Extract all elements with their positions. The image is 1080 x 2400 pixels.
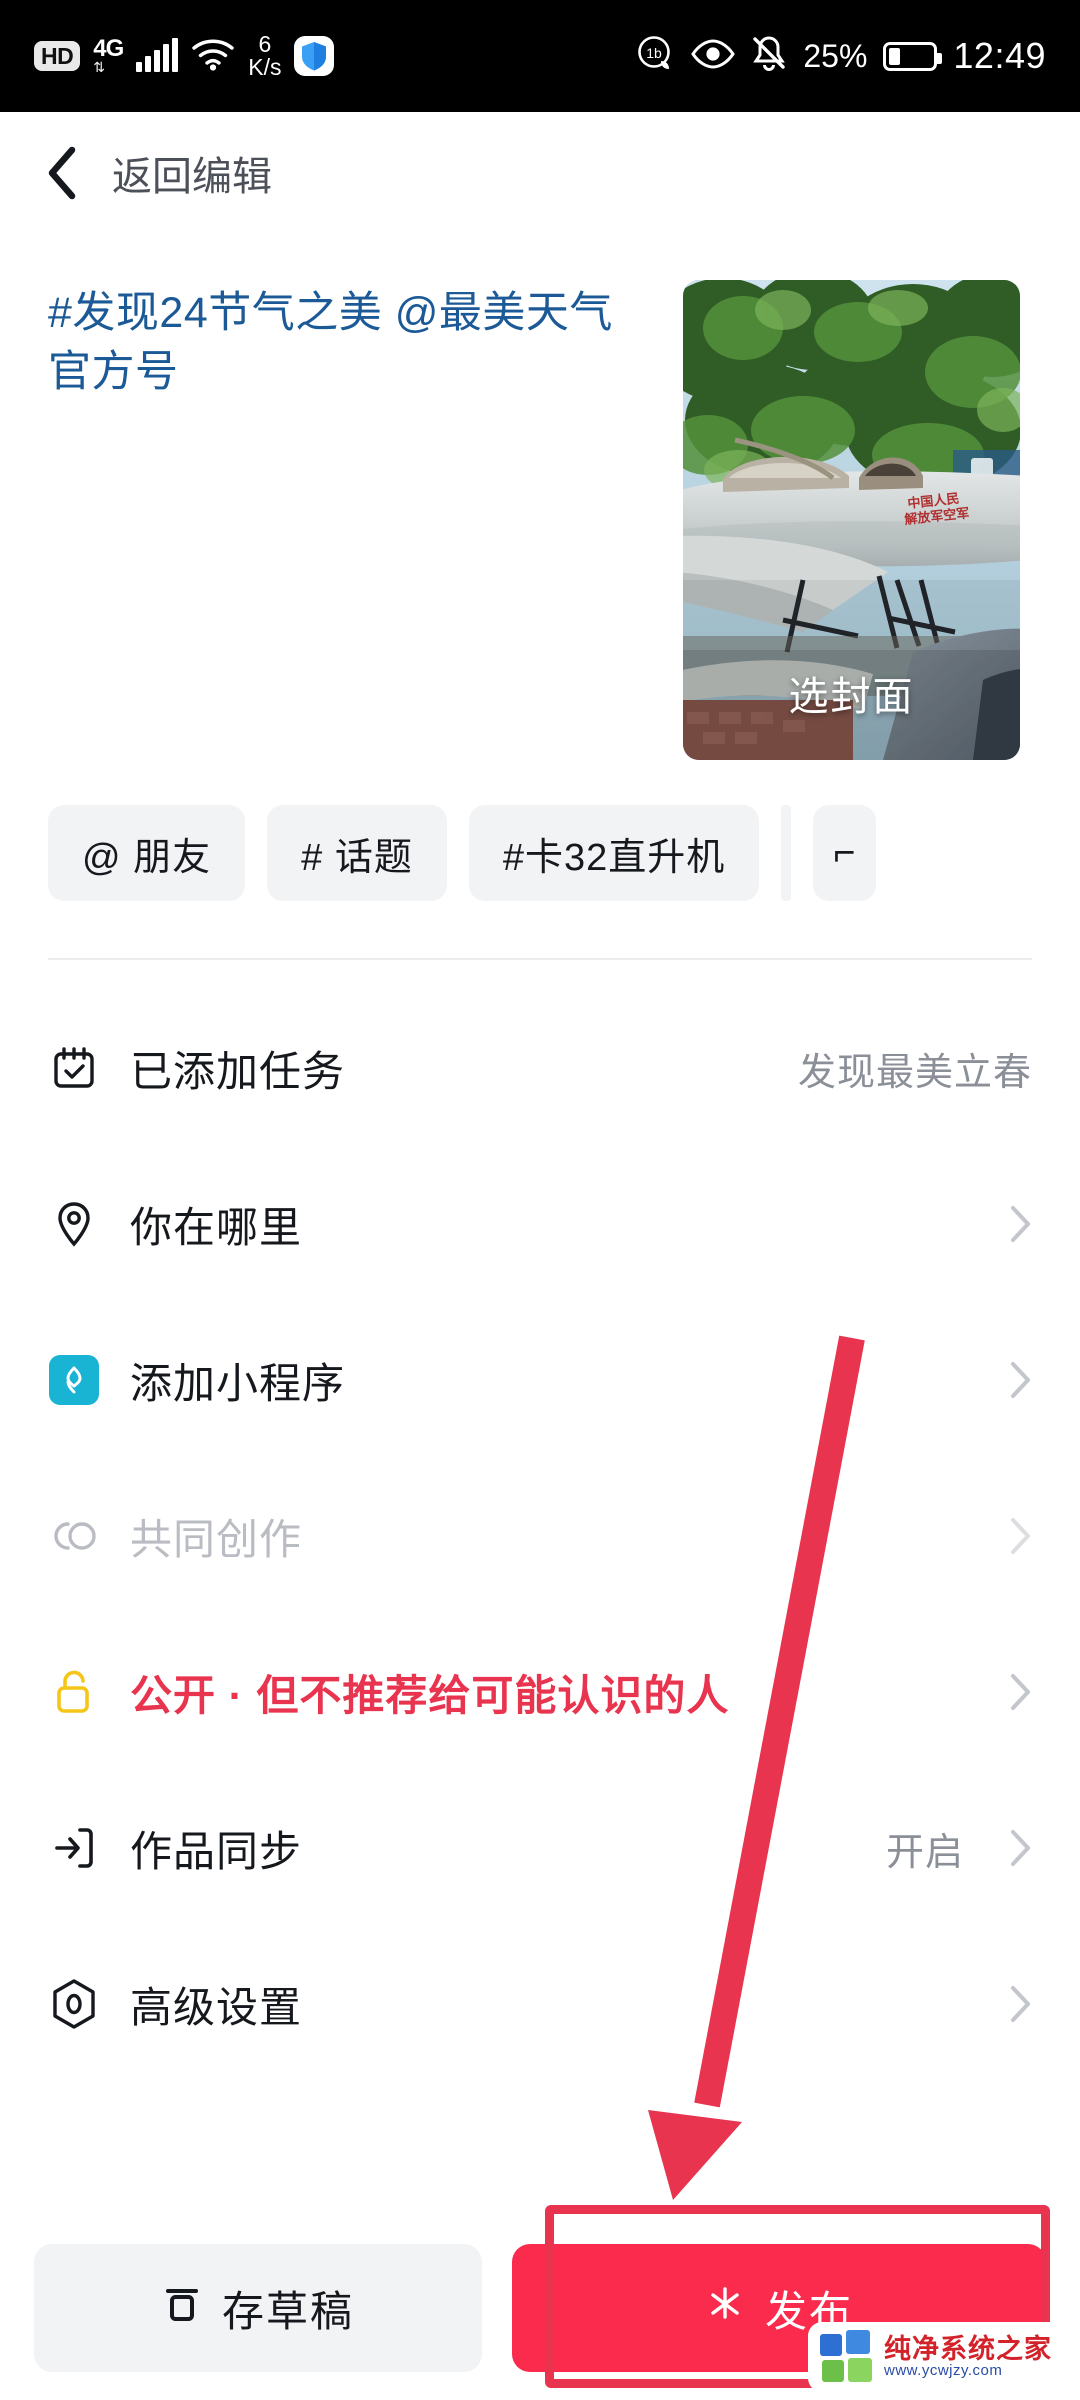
calendar-check-icon <box>48 1042 100 1094</box>
row-advanced-label: 高级设置 <box>130 1983 303 2031</box>
network-type-indicator: 4G ⇅ <box>93 34 124 75</box>
row-privacy[interactable]: 公开 · 但不推荐给可能认识的人 <box>0 1614 1080 1770</box>
row-sync[interactable]: 作品同步 开启 <box>0 1770 1080 1926</box>
clock: 12:49 <box>953 35 1046 76</box>
watermark-title: 纯净系统之家 <box>884 2333 1052 2364</box>
sparkle-icon <box>705 2281 745 2335</box>
row-miniprogram[interactable]: 添加小程序 <box>0 1302 1080 1458</box>
section-divider <box>48 958 1032 960</box>
compose-area: #发现24节气之美 @最美天气官方号 中国人民 解放军空军 选封面 <box>0 250 1080 780</box>
battery-percent: 25% <box>803 37 868 74</box>
chip-row: @ 朋友 # 话题 #卡32直升机 ⌐ <box>0 800 1080 906</box>
row-task[interactable]: 已添加任务 发现最美立春 <box>0 990 1080 1146</box>
co-create-icon <box>48 1510 100 1562</box>
svg-text:1b: 1b <box>647 45 663 61</box>
sync-export-icon <box>48 1822 100 1874</box>
row-sync-label: 作品同步 <box>130 1827 303 1875</box>
advanced-settings-icon <box>48 1978 100 2030</box>
back-chevron-icon[interactable] <box>44 146 78 200</box>
shield-icon <box>294 36 335 76</box>
chevron-right-icon <box>1010 1985 1032 2023</box>
caption-text[interactable]: #发现24节气之美 @最美天气官方号 <box>48 284 618 403</box>
chevron-right-icon <box>1010 1517 1032 1555</box>
draft-box-icon <box>162 2281 202 2335</box>
row-miniprogram-label: 添加小程序 <box>130 1359 346 1407</box>
wifi-icon <box>191 37 235 76</box>
cover-thumbnail[interactable]: 中国人民 解放军空军 选封面 <box>683 280 1020 760</box>
chevron-right-icon <box>1010 1829 1032 1867</box>
row-location[interactable]: 你在哪里 <box>0 1146 1080 1302</box>
row-sync-value: 开启 <box>885 1831 964 1874</box>
status-bar: HD 4G ⇅ 6 K/s 1b 25% 12:49 <box>0 0 1080 112</box>
row-location-label: 你在哪里 <box>130 1203 303 1251</box>
bell-muted-icon <box>751 35 787 78</box>
hd-badge: HD <box>34 40 81 72</box>
status-bar-left: HD 4G ⇅ 6 K/s <box>34 31 335 80</box>
chevron-right-icon <box>1010 1205 1032 1243</box>
status-bar-right: 1b 25% 12:49 <box>637 35 1046 78</box>
eye-comfort-icon <box>691 38 736 75</box>
row-privacy-label: 公开 · 但不推荐给可能认识的人 <box>130 1671 730 1719</box>
data-arrows-icon: ⇅ <box>93 58 105 75</box>
location-pin-icon <box>48 1198 100 1250</box>
watermark-text: 纯净系统之家 www.ycwjzy.com <box>884 2335 1052 2379</box>
row-advanced[interactable]: 高级设置 <box>0 1926 1080 2082</box>
chip-partial[interactable]: ⌐ <box>813 805 877 901</box>
chip-sliver[interactable] <box>781 805 792 901</box>
chip-hashtag-ka32[interactable]: #卡32直升机 <box>468 805 760 901</box>
watermark-logo-icon <box>820 2330 874 2384</box>
chevron-right-icon <box>1010 1361 1032 1399</box>
signal-bars-icon <box>136 38 179 72</box>
row-coauthor-label: 共同创作 <box>130 1515 303 1563</box>
row-task-value: 发现最美立春 <box>797 1051 1032 1094</box>
nav-title[interactable]: 返回编辑 <box>112 144 272 202</box>
battery-icon <box>883 41 943 71</box>
chip-mention-friend[interactable]: @ 朋友 <box>48 805 246 901</box>
unlock-icon <box>48 1666 100 1718</box>
chip-topic[interactable]: # 话题 <box>267 805 447 901</box>
cover-label[interactable]: 选封面 <box>683 664 1020 722</box>
save-draft-label: 存草稿 <box>221 2287 354 2335</box>
eco-leaf-icon: 1b <box>637 35 675 78</box>
nav-bar: 返回编辑 <box>0 112 1080 234</box>
data-rate-indicator: 6 K/s <box>248 31 282 80</box>
watermark-url: www.ycwjzy.com <box>884 2362 1003 2380</box>
chevron-right-icon <box>1010 1673 1032 1711</box>
phone-screen: HD 4G ⇅ 6 K/s 1b 25% 12:49 返回编辑 #发现24节气之… <box>0 0 1080 2400</box>
watermark: 纯净系统之家 www.ycwjzy.com <box>808 2322 1068 2392</box>
row-coauthor[interactable]: 共同创作 <box>0 1458 1080 1614</box>
row-task-label: 已添加任务 <box>130 1047 346 1095</box>
settings-list: 已添加任务 发现最美立春 你在哪里 添加小程序 共同创作 公开 · 但不推荐给可… <box>0 990 1080 2082</box>
mini-program-icon <box>48 1354 100 1406</box>
save-draft-button[interactable]: 存草稿 <box>34 2244 482 2372</box>
